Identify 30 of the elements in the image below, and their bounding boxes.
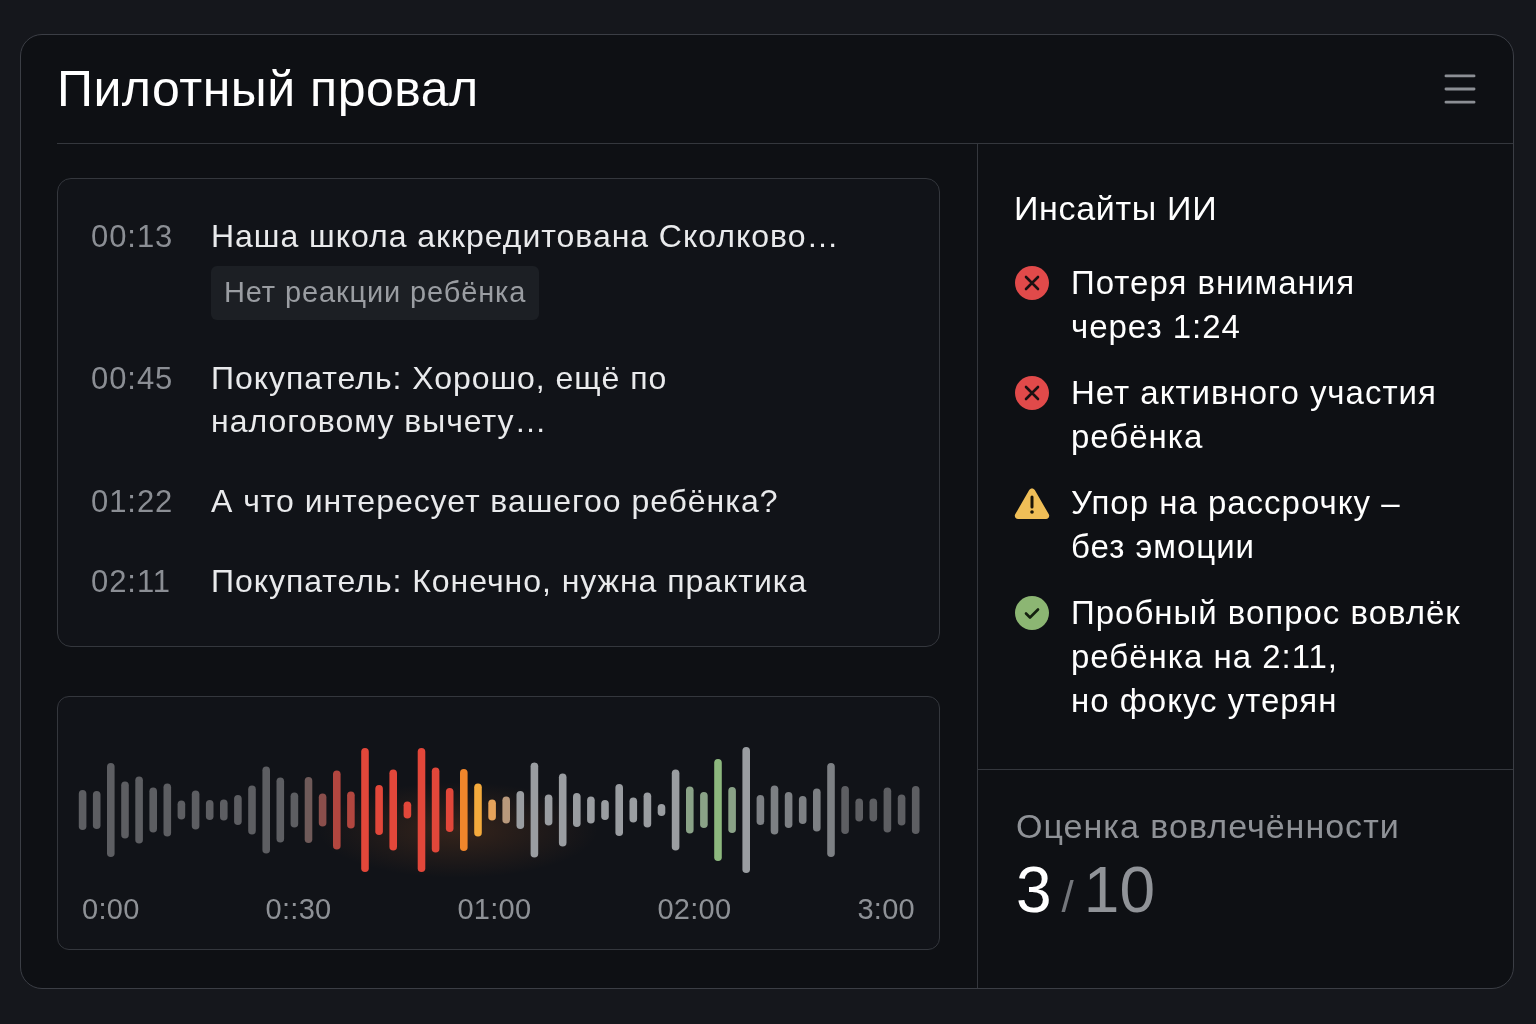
timestamp: 00:13 xyxy=(91,218,175,256)
transcript-text: Наша школа аккредитована Сколково… xyxy=(211,217,840,256)
menu-button[interactable] xyxy=(1443,72,1477,106)
check-circle-icon xyxy=(1015,596,1049,630)
time-label: 0:00 xyxy=(82,892,140,926)
cross-circle-icon xyxy=(1015,266,1049,300)
timestamp: 00:45 xyxy=(91,360,175,398)
time-label: 0::30 xyxy=(265,892,332,926)
time-label: 3:00 xyxy=(857,892,915,926)
page-title: Пилотный провал xyxy=(57,64,479,114)
menu-icon xyxy=(1444,74,1476,104)
insight-text: Нет активного участия ребёнка xyxy=(1071,373,1437,457)
reaction-tag: Нет реакции ребёнка xyxy=(211,266,540,320)
timestamp: 02:11 xyxy=(91,563,172,601)
transcript-text: Покупатель: Хорошо, ещё по налоговому вычету… xyxy=(211,359,668,441)
transcript-text: А что интересует вашегоо ребёнка? xyxy=(211,482,779,521)
score-value: 3 xyxy=(1016,858,1052,922)
score-label: Оценка вовлечённости xyxy=(1016,806,1401,846)
time-label: 02:00 xyxy=(657,892,732,926)
insight-text: Пробный вопрос вовлёк ребёнка на 2:11, но фокус утерян xyxy=(1071,593,1461,721)
score-max: 10 xyxy=(1083,858,1155,922)
insight-text: Потеря внимания через 1:24 xyxy=(1071,263,1356,347)
time-label: 01:00 xyxy=(457,892,532,926)
timestamp: 01:22 xyxy=(91,483,175,521)
cross-circle-icon xyxy=(1015,376,1049,410)
transcript-text: Покупатель: Конечно, нужна практика xyxy=(211,562,808,601)
insight-text: Упор на рассрочку – без эмоции xyxy=(1071,483,1401,567)
warning-icon xyxy=(1014,487,1050,519)
score-separator: / xyxy=(1061,875,1074,919)
insights-title: Инсайты ИИ xyxy=(1014,189,1219,227)
